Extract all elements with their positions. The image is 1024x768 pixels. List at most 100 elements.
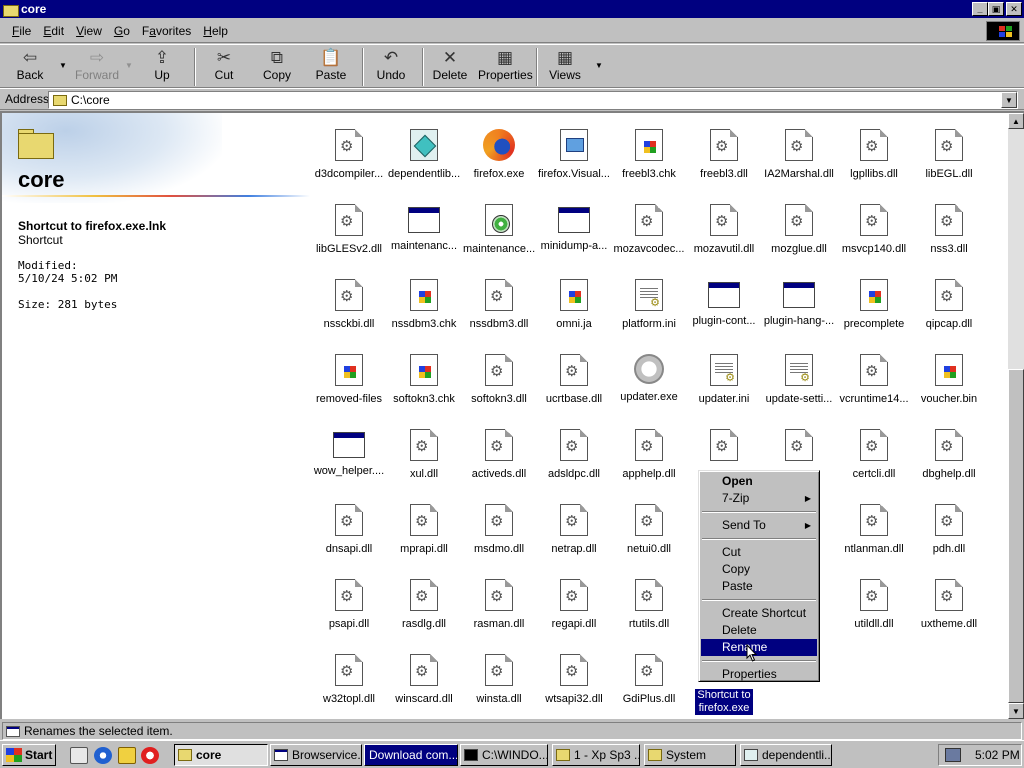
context-menu-delete[interactable]: Delete: [701, 622, 817, 639]
outlook-express-icon[interactable]: [118, 747, 136, 764]
context-menu-paste[interactable]: Paste: [701, 578, 817, 595]
file-item[interactable]: w32topl.dll: [312, 654, 386, 706]
file-item[interactable]: msvcp140.dll: [837, 204, 911, 256]
delete-button[interactable]: ✕ Delete: [428, 48, 472, 86]
file-item[interactable]: [687, 429, 761, 468]
maximize-button[interactable]: ▣: [988, 2, 1004, 16]
context-menu-cut[interactable]: Cut: [701, 544, 817, 561]
taskbar-button[interactable]: dependentli...: [740, 744, 832, 766]
file-item[interactable]: psapi.dll: [312, 579, 386, 631]
context-menu-rename[interactable]: Rename: [701, 639, 817, 656]
file-item[interactable]: nssckbi.dll: [312, 279, 386, 331]
file-item[interactable]: GdiPlus.dll: [612, 654, 686, 706]
file-item[interactable]: mprapi.dll: [387, 504, 461, 556]
file-item[interactable]: pdh.dll: [912, 504, 986, 556]
file-item[interactable]: nssdbm3.dll: [462, 279, 536, 331]
context-menu-open[interactable]: Open: [701, 473, 817, 490]
context-menu-create-shortcut[interactable]: Create Shortcut: [701, 605, 817, 622]
file-item[interactable]: dbghelp.dll: [912, 429, 986, 481]
taskbar-button[interactable]: Browservice...: [270, 744, 362, 766]
file-item[interactable]: freebl3.dll: [687, 129, 761, 181]
scroll-up-button[interactable]: ▲: [1008, 113, 1024, 129]
file-item[interactable]: freebl3.chk: [612, 129, 686, 181]
file-item[interactable]: precomplete: [837, 279, 911, 331]
start-button[interactable]: Start: [2, 744, 56, 766]
file-item[interactable]: [762, 429, 836, 468]
file-item[interactable]: softokn3.dll: [462, 354, 536, 406]
taskbar-button[interactable]: 1 - Xp Sp3 ...: [552, 744, 640, 766]
context-menu-7-zip[interactable]: 7-Zip ▶: [701, 490, 817, 507]
file-item[interactable]: wtsapi32.dll: [537, 654, 611, 706]
forward-button[interactable]: ⇨ Forward: [72, 48, 122, 86]
views-button[interactable]: ▦ Views: [543, 48, 587, 86]
file-item[interactable]: updater.ini: [687, 354, 761, 406]
file-item[interactable]: maintenanc...: [387, 204, 461, 253]
file-item[interactable]: ntlanman.dll: [837, 504, 911, 556]
scroll-thumb[interactable]: [1008, 369, 1024, 703]
file-item[interactable]: firefox.exe: [462, 129, 536, 181]
minimize-button[interactable]: _: [972, 2, 988, 16]
file-item[interactable]: netui0.dll: [612, 504, 686, 556]
paste-button[interactable]: 📋 Paste: [308, 48, 354, 86]
file-item[interactable]: plugin-cont...: [687, 279, 761, 328]
file-item[interactable]: softokn3.chk: [387, 354, 461, 406]
file-item[interactable]: ucrtbase.dll: [537, 354, 611, 406]
file-item[interactable]: nss3.dll: [912, 204, 986, 256]
context-menu-copy[interactable]: Copy: [701, 561, 817, 578]
file-item[interactable]: activeds.dll: [462, 429, 536, 481]
properties-button[interactable]: ▦ Properties: [478, 48, 533, 86]
menu-view[interactable]: View: [70, 24, 108, 38]
file-item[interactable]: mozglue.dll: [762, 204, 836, 256]
file-item[interactable]: uxtheme.dll: [912, 579, 986, 631]
file-item[interactable]: dependentlib...: [387, 129, 461, 181]
clock[interactable]: 5:02 PM: [975, 748, 1020, 762]
file-item[interactable]: d3dcompiler...: [312, 129, 386, 181]
file-item[interactable]: rasman.dll: [462, 579, 536, 631]
back-dropdown-icon[interactable]: ▼: [59, 61, 67, 70]
file-item[interactable]: wow_helper....: [312, 429, 386, 478]
file-item[interactable]: xul.dll: [387, 429, 461, 481]
file-item[interactable]: updater.exe: [612, 354, 686, 404]
taskbar-button[interactable]: core: [174, 744, 268, 766]
file-item[interactable]: libGLESv2.dll: [312, 204, 386, 256]
file-item[interactable]: certcli.dll: [837, 429, 911, 481]
forward-dropdown-icon[interactable]: ▼: [125, 61, 133, 70]
file-item[interactable]: netrap.dll: [537, 504, 611, 556]
cut-button[interactable]: ✂ Cut: [202, 48, 246, 86]
views-dropdown-icon[interactable]: ▼: [595, 61, 603, 70]
up-button[interactable]: ⇪ Up: [140, 48, 184, 86]
scroll-down-button[interactable]: ▼: [1008, 703, 1024, 719]
file-item[interactable]: msdmo.dll: [462, 504, 536, 556]
address-dropdown-button[interactable]: ▼: [1001, 92, 1017, 108]
file-item[interactable]: winscard.dll: [387, 654, 461, 706]
address-input[interactable]: C:\core ▼: [48, 91, 1018, 109]
vertical-scrollbar[interactable]: ▲ ▼: [1008, 113, 1024, 719]
undo-button[interactable]: ↶ Undo: [369, 48, 413, 86]
file-item[interactable]: update-setti...: [762, 354, 836, 406]
file-item[interactable]: mozavcodec...: [612, 204, 686, 256]
internet-explorer-icon[interactable]: [94, 747, 112, 764]
menu-edit[interactable]: Edit: [37, 24, 70, 38]
file-item[interactable]: platform.ini: [612, 279, 686, 331]
file-item[interactable]: maintenance...: [462, 204, 536, 256]
taskbar-button[interactable]: Download com...: [364, 744, 458, 766]
file-item[interactable]: rtutils.dll: [612, 579, 686, 631]
file-item[interactable]: apphelp.dll: [612, 429, 686, 481]
file-item[interactable]: firefox.Visual...: [537, 129, 611, 181]
show-desktop-icon[interactable]: [70, 747, 88, 764]
menu-help[interactable]: Help: [197, 24, 234, 38]
copy-button[interactable]: ⧉ Copy: [255, 48, 299, 86]
file-item[interactable]: rasdlg.dll: [387, 579, 461, 631]
file-item[interactable]: libEGL.dll: [912, 129, 986, 181]
file-item[interactable]: vcruntime14...: [837, 354, 911, 406]
file-item[interactable]: mozavutil.dll: [687, 204, 761, 256]
opera-icon[interactable]: [141, 747, 159, 764]
title-bar[interactable]: core _ ▣ ✕: [0, 0, 1024, 18]
file-item[interactable]: omni.ja: [537, 279, 611, 331]
file-item[interactable]: utildll.dll: [837, 579, 911, 631]
file-item[interactable]: adsldpc.dll: [537, 429, 611, 481]
file-item[interactable]: plugin-hang-...: [762, 279, 836, 328]
context-menu-send-to[interactable]: Send To ▶: [701, 517, 817, 534]
file-item[interactable]: voucher.bin: [912, 354, 986, 406]
file-item[interactable]: nssdbm3.chk: [387, 279, 461, 331]
